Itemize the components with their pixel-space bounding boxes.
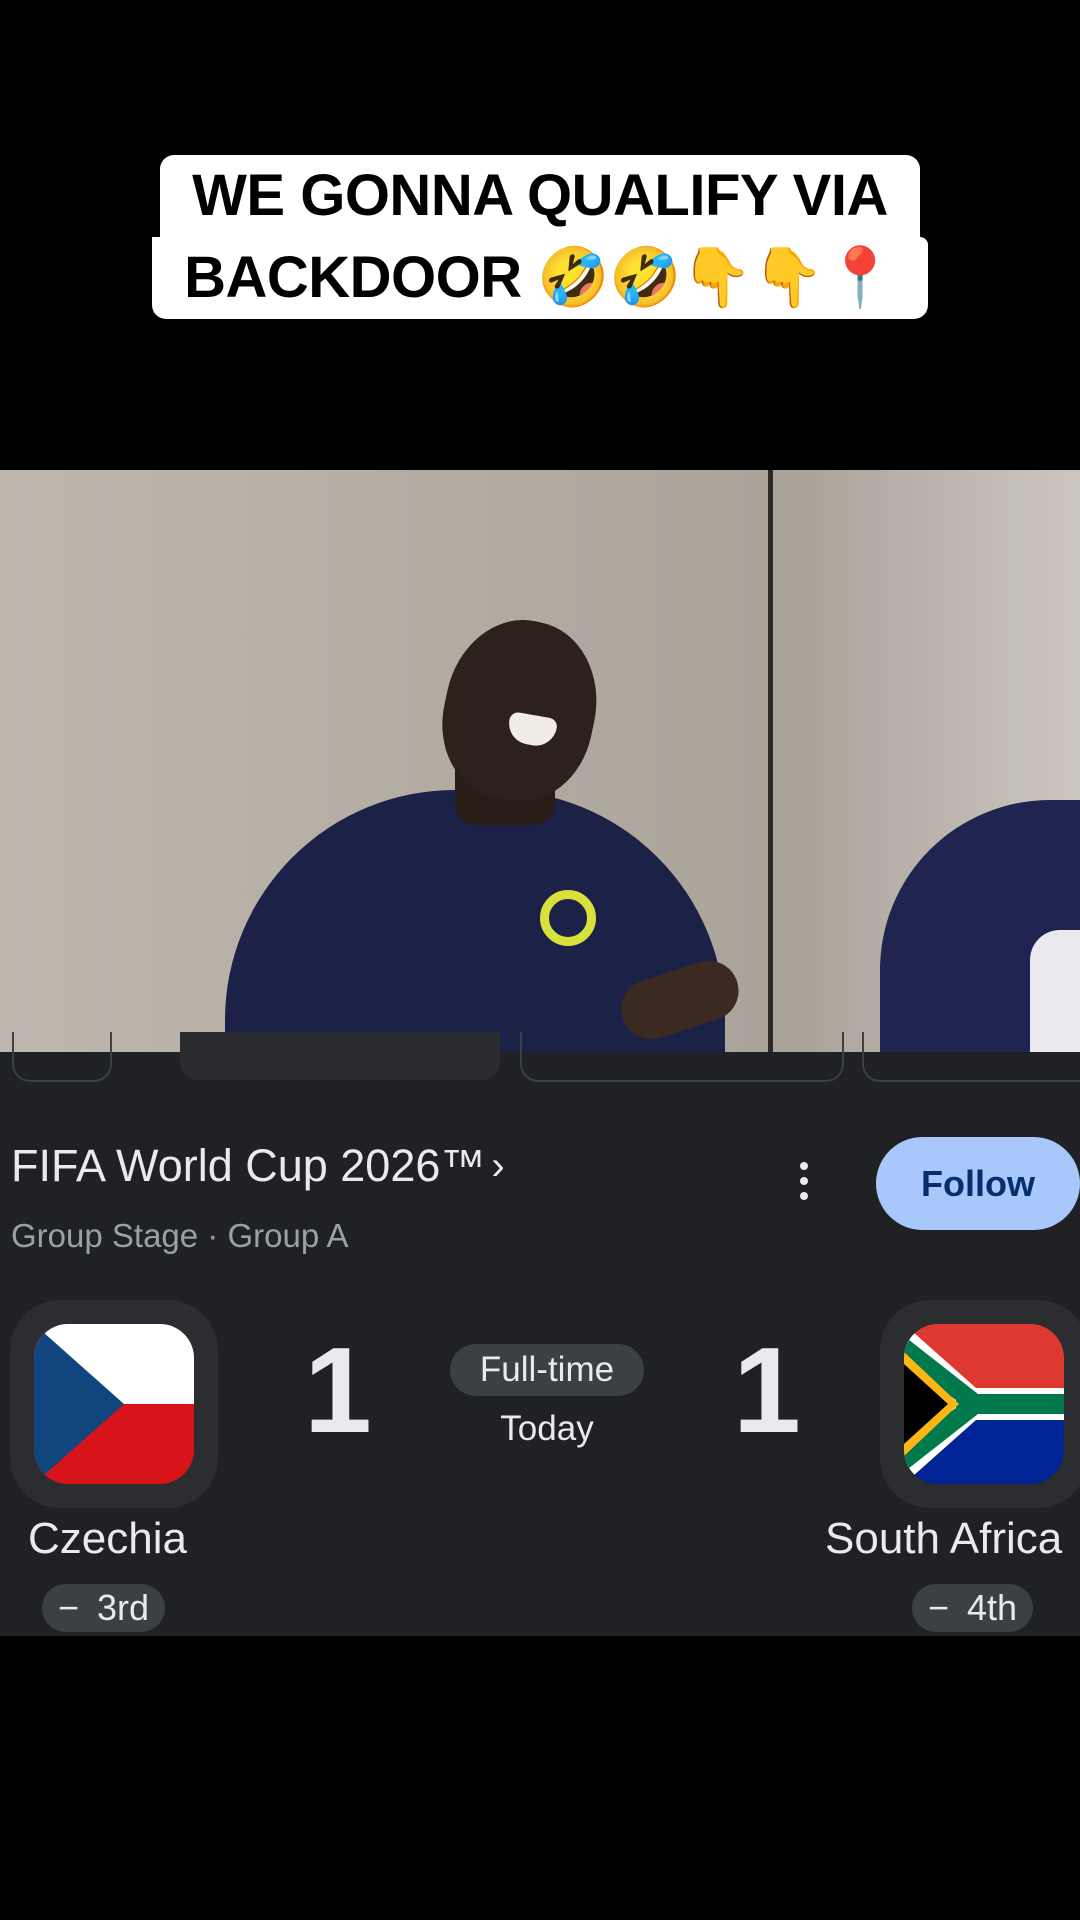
tab-strip [0, 1032, 1080, 1082]
south-africa-flag-icon [904, 1324, 1064, 1484]
tab-chip[interactable] [862, 1032, 1080, 1082]
match-date: Today [500, 1409, 594, 1448]
tab-chip[interactable] [520, 1032, 844, 1082]
rank-value: 3rd [97, 1587, 150, 1628]
follow-button[interactable]: Follow [876, 1137, 1080, 1230]
more-vert-icon[interactable] [796, 1162, 812, 1212]
away-team-flag[interactable] [880, 1300, 1080, 1508]
wall-seam [768, 470, 773, 1052]
away-team-name[interactable]: South Africa [825, 1514, 1062, 1564]
czechia-flag-icon [34, 1324, 194, 1484]
caption-line-2: BACKDOOR 🤣🤣👇👇📍 [152, 237, 928, 319]
rank-value: 4th [967, 1587, 1018, 1628]
rank-change-icon: − [928, 1587, 950, 1628]
home-team-name[interactable]: Czechia [28, 1514, 187, 1564]
chevron-right-icon: › [491, 1143, 505, 1188]
match-status-badge: Full-time [450, 1344, 644, 1396]
caption-line-1: WE GONNA QUALIFY VIA [160, 155, 920, 237]
club-crest-icon [540, 890, 596, 946]
stage-label: Group Stage · Group A [11, 1217, 349, 1254]
away-score: 1 [733, 1322, 801, 1458]
league-title: FIFA World Cup 2026™ [11, 1140, 486, 1191]
video-caption: WE GONNA QUALIFY VIA BACKDOOR 🤣🤣👇👇📍 [0, 155, 1080, 319]
away-team-rank: − 4th [912, 1584, 1034, 1632]
home-team-flag[interactable] [10, 1300, 218, 1508]
video-frame[interactable] [0, 470, 1080, 1052]
tab-chip[interactable] [180, 1032, 500, 1080]
match-score-card: FIFA World Cup 2026™ › Group Stage · Gro… [0, 1032, 1080, 1636]
league-link[interactable]: FIFA World Cup 2026™ › [11, 1140, 505, 1192]
tab-chip[interactable] [12, 1032, 112, 1082]
home-team-rank: − 3rd [42, 1584, 166, 1632]
rank-change-icon: − [58, 1587, 80, 1628]
home-score: 1 [304, 1322, 372, 1458]
